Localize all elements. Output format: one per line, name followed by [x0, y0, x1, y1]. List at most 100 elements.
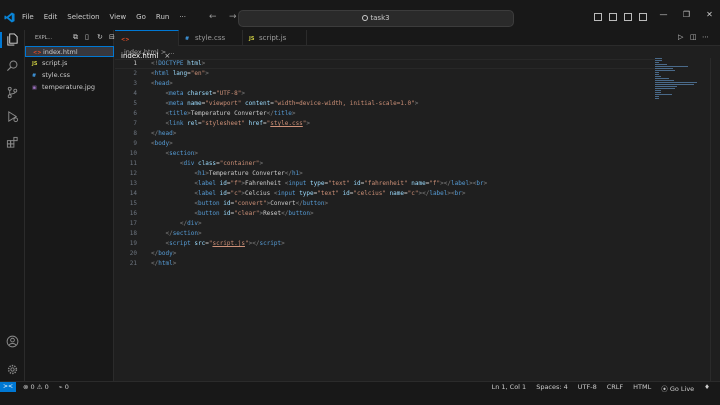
cursor-position[interactable]: Ln 1, Col 1 [492, 383, 527, 393]
vscode-logo-icon [4, 12, 15, 23]
command-center-search[interactable]: task3 [238, 10, 514, 27]
code-token: title [273, 110, 292, 117]
code-token: </ [295, 200, 303, 207]
code-token: head [154, 80, 170, 87]
code-line[interactable]: 16 <button id="clear">Reset</button> [115, 209, 655, 219]
toggle-primary-sidebar-icon[interactable] [594, 13, 602, 21]
code-line[interactable]: 1 <!DOCTYPE html> [115, 59, 655, 69]
restore-icon[interactable]: ❐ [675, 10, 698, 19]
code-line[interactable]: 14 <label id="c">Celcius <input type="te… [115, 189, 655, 199]
code-line[interactable]: 18 </section> [115, 229, 655, 239]
editor-tab[interactable]: JS script.js [243, 30, 307, 46]
file-item[interactable]: # style.css [25, 70, 114, 81]
code-line[interactable]: 12 <h1>Temperature Converter</h1> [115, 169, 655, 179]
tab-label: script.js [259, 34, 287, 42]
code-token: "container" [219, 160, 260, 167]
code-token: id [219, 210, 231, 217]
language-mode[interactable]: HTML [633, 383, 651, 393]
code-line[interactable]: 19 <script src="script.js"></script> [115, 239, 655, 249]
toggle-secondary-sidebar-icon[interactable] [624, 13, 632, 21]
code-line[interactable]: 10 <section> [115, 149, 655, 159]
menu-item[interactable]: Edit [44, 13, 58, 21]
code-line[interactable]: 17 </div> [115, 219, 655, 229]
file-item[interactable]: <> index.html [25, 46, 114, 57]
menu-item[interactable]: File [22, 13, 34, 21]
encoding-setting[interactable]: UTF-8 [578, 383, 597, 393]
line-number: 13 [129, 180, 137, 187]
code-token: "viewport" [205, 100, 242, 107]
account-icon[interactable] [6, 335, 19, 348]
file-item[interactable]: ▣ temperature.jpg [25, 82, 114, 93]
editor-tab[interactable]: # style.css [179, 30, 243, 46]
source-control-icon[interactable] [6, 86, 19, 99]
code-token: script [169, 240, 191, 247]
menu-item[interactable]: View [110, 13, 127, 21]
notifications-bell-icon[interactable]: ♦ [704, 383, 710, 393]
editor-scrollbar[interactable] [710, 58, 720, 381]
extensions-icon[interactable] [6, 136, 19, 149]
code-line[interactable]: 2 <html lang="en"> [115, 69, 655, 79]
menu-item[interactable]: ··· [179, 13, 186, 21]
go-live-button[interactable]: ⦿ Go Live [661, 383, 694, 393]
refresh-icon[interactable]: ↻ [97, 33, 109, 42]
code-editor[interactable]: 1 <!DOCTYPE html> 2 <html lang="en"> 3 <head>… [115, 58, 655, 381]
code-token: > [172, 260, 177, 267]
code-token: type [306, 180, 325, 187]
close-icon[interactable]: ✕ [698, 10, 720, 19]
code-token: "clear" [234, 210, 260, 217]
code-line[interactable]: 7 <link rel="stylesheet" href="style.css… [115, 119, 655, 129]
problems-indicator[interactable]: ⊗ 0 ⚠ 0 [23, 383, 49, 391]
code-line[interactable]: 13 <label id="f">Fahrenheit <input type=… [115, 179, 655, 189]
status-left: ⊗ 0 ⚠ 0 ⌁ 0 [23, 383, 79, 391]
line-ending-setting[interactable]: CRLF [607, 383, 623, 393]
explorer-files-icon[interactable] [6, 33, 19, 46]
more-actions-icon[interactable]: ⋯ [702, 33, 714, 41]
minimap-line [655, 62, 659, 63]
line-number: 21 [129, 260, 137, 267]
code-line[interactable]: 6 <title>Temperature Converter</title> [115, 109, 655, 119]
remote-indicator-button[interactable]: >< [0, 382, 16, 392]
code-line[interactable]: 3 <head> [115, 79, 655, 89]
code-line[interactable]: 15 <button id="convert">Convert</button> [115, 199, 655, 209]
new-folder-icon[interactable]: ▯ [85, 33, 97, 42]
search-icon[interactable] [6, 59, 19, 72]
code-line[interactable]: 4 <meta charset="UTF-8"> [115, 89, 655, 99]
code-token: id [216, 190, 227, 197]
menu-item[interactable]: Selection [67, 13, 99, 21]
split-editor-icon[interactable]: ◫ [690, 33, 702, 41]
run-file-icon[interactable]: ▷ [678, 33, 690, 41]
code-line[interactable]: 20 </body> [115, 249, 655, 259]
css-file-icon: # [185, 36, 190, 42]
toggle-panel-icon[interactable] [609, 13, 617, 21]
indentation-setting[interactable]: Spaces: 4 [536, 383, 568, 393]
ports-indicator[interactable]: ⌁ 0 [59, 383, 69, 391]
code-token: > [259, 160, 264, 167]
file-name: style.css [42, 71, 70, 79]
code-token: </ [443, 180, 452, 187]
minimize-icon[interactable]: — [652, 10, 675, 19]
code-token: script.js [212, 240, 245, 247]
line-number: 14 [129, 190, 137, 197]
menu-item[interactable]: Run [156, 13, 169, 21]
minimap[interactable] [655, 58, 710, 99]
editor-tab[interactable]: <>index.html × [115, 30, 179, 60]
code-line[interactable]: 9 <body> [115, 139, 655, 149]
code-line[interactable]: 8 </head> [115, 129, 655, 139]
code-line[interactable]: 21 </html> [115, 259, 655, 269]
code-line[interactable]: 11 <div class="container"> [115, 159, 655, 169]
run-and-debug-icon[interactable] [6, 110, 19, 123]
back-arrow-icon[interactable]: ← [209, 12, 223, 22]
code-token: rel [183, 120, 198, 127]
code-token: "fahrenheit" [364, 180, 408, 187]
gear-icon[interactable] [6, 363, 19, 376]
breadcrumb[interactable]: index.html > ... [115, 47, 174, 58]
customize-layout-icon[interactable] [639, 13, 647, 21]
code-line[interactable]: 5 <meta name="viewport" content="width=d… [115, 99, 655, 109]
file-name: temperature.jpg [42, 83, 95, 91]
file-item[interactable]: JS script.js [25, 58, 114, 69]
menu-item[interactable]: Go [136, 13, 146, 21]
new-file-icon[interactable]: ⧉ [73, 33, 85, 42]
